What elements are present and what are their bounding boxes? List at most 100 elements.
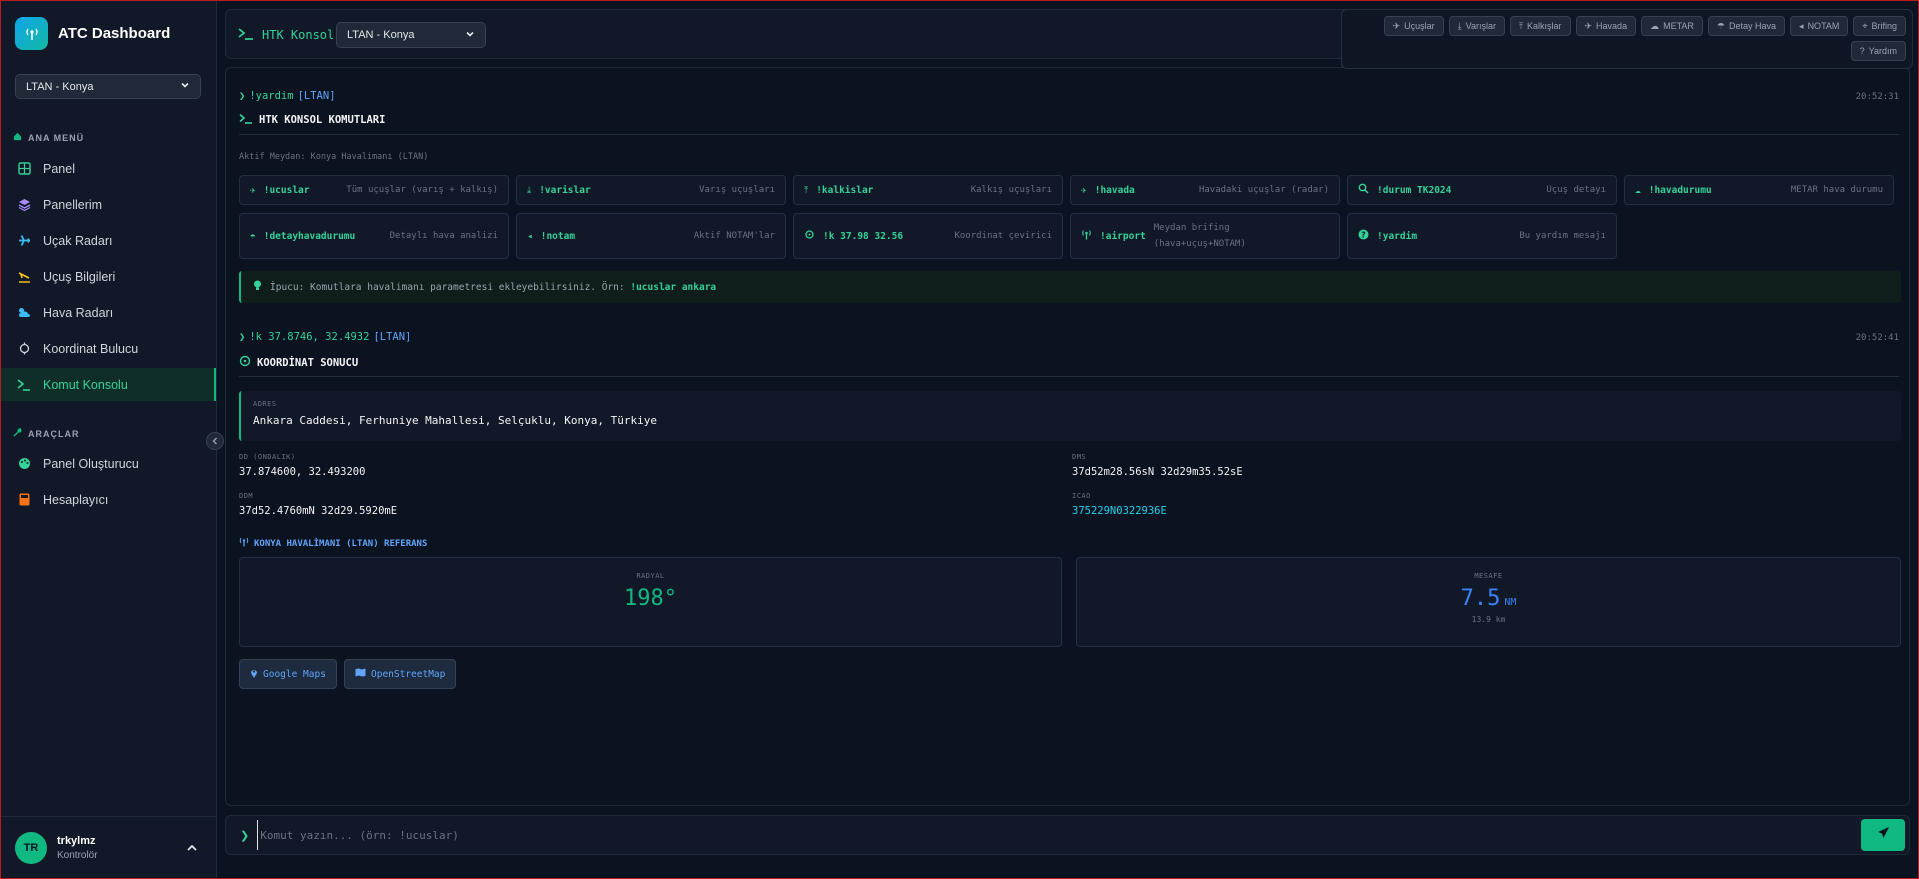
quick-button-label: NOTAM [1807,21,1840,31]
crosshair-icon [17,342,31,356]
command-card-kalkislar[interactable]: ⤒ !kalkislar Kalkış uçuşları [793,175,1063,205]
google-maps-button[interactable]: Google Maps [239,659,337,689]
crosshair-icon [804,229,815,243]
sidebar-item-hava-radari[interactable]: Hava Radarı [1,296,216,329]
command-card-havadurumu[interactable]: ☁ !havadurumu METAR hava durumu [1624,175,1894,205]
radio-tower-icon: ⌖ [1862,20,1868,31]
heading-text: HTK KONSOL KOMUTLARI [259,114,386,126]
distance-value: 7.5 [1460,586,1501,611]
quick-yardim-button[interactable]: ? Yardım [1850,41,1906,61]
main-menu-section: ANA MENÜ [13,132,84,143]
command-card-havada[interactable]: ✈ !havada Havadaki uçuşlar (radar) [1070,175,1340,205]
help-circle-icon: ? [1358,229,1369,243]
user-role: Kontrolör [57,849,98,861]
command-card-durum[interactable]: !durum TK2024 Uçuş detayı [1347,175,1617,205]
command-card-notam[interactable]: ◂ !notam Aktif NOTAM'lar [516,213,786,259]
search-icon [1358,183,1369,197]
user-menu[interactable]: TR trkylmz Kontrolör [1,816,216,878]
sidebar-item-label: Panellerim [43,197,103,212]
command-desc: Detaylı hava analizi [389,231,498,241]
sidebar-item-panel-olusturucu[interactable]: Panel Oluşturucu [1,447,216,480]
google-maps-label: Google Maps [263,668,326,680]
command-desc: METAR hava durumu [1790,185,1883,195]
command-card-ucuslar[interactable]: ✈ !ucuslar Tüm uçuşlar (varış + kalkış) [239,175,509,205]
layers-icon [17,198,31,212]
terminal-icon [239,113,253,127]
command-name: !durum TK2024 [1377,184,1452,196]
radial-card: RADYAL 198° [239,557,1062,647]
command-name: !notam [540,230,576,242]
radio-tower-icon [15,17,48,50]
command-input-bar: ❯ [225,815,1910,855]
command-input[interactable] [257,820,1853,850]
chevron-right-icon: ❯ [240,829,250,842]
distance-unit: NM [1504,597,1517,608]
ddm-value: 37d52.4760mN 32d29.5920mE [239,505,398,517]
command-name: !havadurumu [1648,184,1712,196]
command-text: !k 37.8746, 32.4932 [249,331,370,343]
heading-text: KOORDİNAT SONUCU [257,356,359,369]
command-desc: Kalkış uçuşları [970,185,1052,195]
chevron-up-icon[interactable] [186,841,198,859]
cloud-sun-icon [17,306,31,320]
icao-value: 375229N0322936E [1072,505,1167,517]
command-desc-line2: (hava+uçuş+NOTAM) [1153,239,1246,249]
plane-landing-icon [17,270,31,284]
sidebar-collapse-button[interactable] [206,432,224,450]
terminal-icon [17,378,31,392]
quick-notam-button[interactable]: ◂ NOTAM [1790,16,1849,36]
command-card-airport[interactable]: !airport Meydan brifing (hava+uçuş+NOTAM… [1070,213,1340,259]
palette-icon [17,457,31,471]
command-tag: [LTAN] [373,331,412,343]
header-station-select[interactable]: LTAN - Konya [336,22,486,48]
quick-button-label: Brifing [1871,21,1897,31]
openstreetmap-button[interactable]: OpenStreetMap [344,659,457,689]
command-card-koordinat[interactable]: !k 37.98 32.56 Koordinat çevirici [793,213,1063,259]
plane-icon: ✈ [1081,184,1087,196]
command-desc: Tüm uçuşlar (varış + kalkış) [346,185,498,195]
terminal-icon [238,27,254,43]
sidebar-item-panel[interactable]: Panel [1,152,216,185]
radial-label: RADYAL [636,572,665,580]
quick-ucuslar-button[interactable]: ✈ Uçuşlar [1383,16,1444,36]
sidebar-item-hesaplayici[interactable]: Hesaplayıcı [1,483,216,516]
command-name: !detayhavadurumu [263,230,356,242]
brand[interactable]: ATC Dashboard [15,17,170,50]
quick-brifing-button[interactable]: ⌖ Brifing [1853,16,1906,36]
sidebar-item-ucak-radari[interactable]: Uçak Radarı [1,224,216,257]
radio-tower-icon [1081,229,1092,243]
sidebar-item-label: Panel Oluşturucu [43,456,139,471]
command-name: !varislar [539,184,591,196]
dms-field: DMS 37d52m28.56sN 32d29m35.52sE [1072,453,1243,478]
command-card-detayhavadurumu[interactable]: ☂ !detayhavadurumu Detaylı hava analizi [239,213,509,259]
sidebar-item-ucus-bilgileri[interactable]: Uçuş Bilgileri [1,260,216,293]
quick-metar-button[interactable]: ☁ METAR [1641,16,1703,36]
app-title: ATC Dashboard [58,25,171,42]
quick-detay-hava-button[interactable]: ☂ Detay Hava [1707,16,1786,36]
plane-departure-icon: ⤒ [804,184,809,196]
sidebar-item-label: Panel [43,161,75,176]
command-card-yardim[interactable]: ? !yardim Bu yardım mesajı [1347,213,1617,259]
crosshair-icon [239,355,251,370]
sidebar-item-panellerim[interactable]: Panellerim [1,188,216,221]
command-desc: Aktif NOTAM'lar [693,231,775,241]
dd-label: DD (ONDALIK) [239,453,296,461]
quick-varislar-button[interactable]: ⤓ Varışlar [1448,16,1505,36]
distance-label: MESAFE [1474,572,1503,580]
sidebar-station-select[interactable]: LTAN - Konya [15,74,201,99]
plane-icon: ✈ [250,184,256,196]
command-desc: Havadaki uçuşlar (radar) [1198,185,1329,195]
dms-value: 37d52m28.56sN 32d29m35.52sE [1072,466,1243,478]
map-icon [355,668,366,680]
cloud-sun-icon: ☁ [1635,184,1641,196]
sidebar-item-komut-konsolu[interactable]: Komut Konsolu [1,368,216,401]
address-box: ADRES Ankara Caddesi, Ferhuniye Mahalles… [239,391,1901,441]
command-card-varislar[interactable]: ⤓ !varislar Varış uçuşları [516,175,786,205]
command-name: !havada [1094,184,1135,196]
send-button[interactable] [1861,819,1905,851]
quick-kalkislar-button[interactable]: ⤒ Kalkışlar [1510,16,1571,36]
command-name: !kalkislar [816,184,874,196]
sidebar-item-koordinat-bulucu[interactable]: Koordinat Bulucu [1,332,216,365]
command-text: !yardim [249,90,294,102]
quick-havada-button[interactable]: ✈ Havada [1575,16,1637,36]
